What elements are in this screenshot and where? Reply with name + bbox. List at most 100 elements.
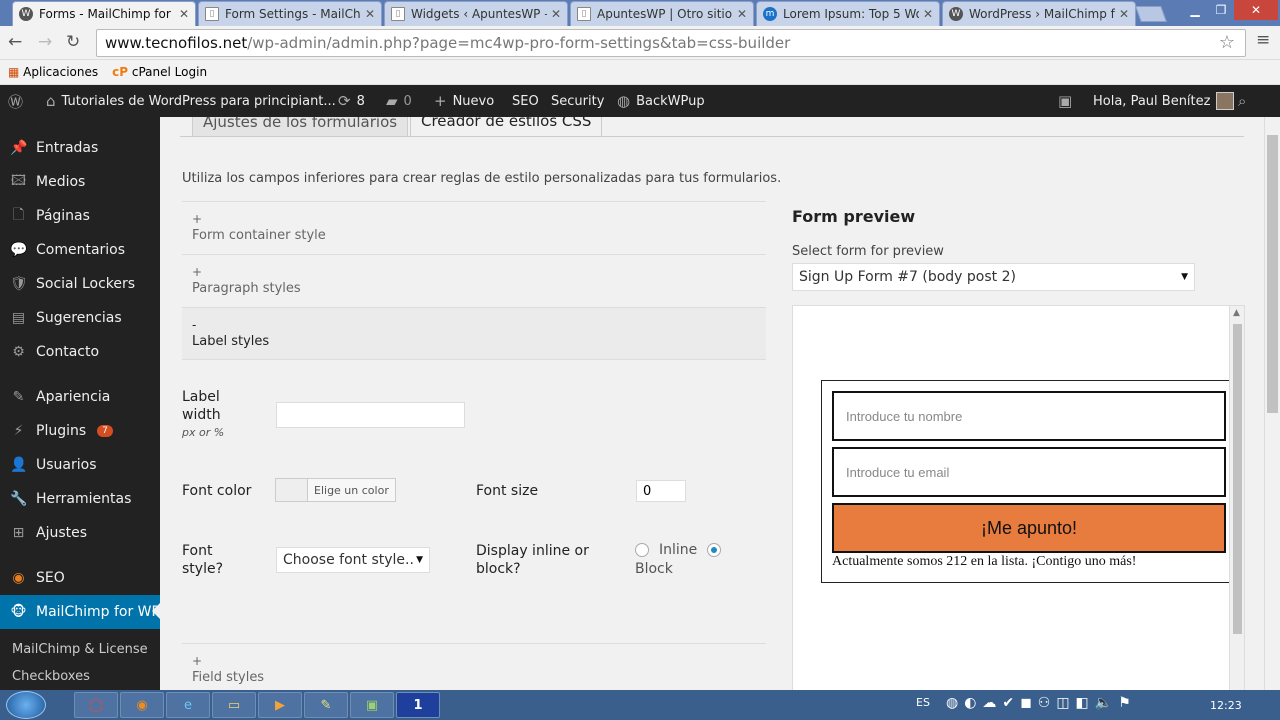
submenu-checkboxes[interactable]: Checkboxes (12, 669, 90, 684)
close-tab-icon[interactable]: ✕ (365, 7, 375, 21)
sidebar-item-contacto[interactable]: ⚙ Contacto (0, 335, 160, 369)
security-link[interactable]: Security (551, 85, 604, 117)
backwpup-link[interactable]: ◍ BackWPup (617, 85, 705, 117)
user-account-link[interactable]: Hola, Paul Benítez (1093, 85, 1235, 117)
wp-admin-bar: Ⓦ ⌂ Tutoriales de WordPress para principi… (0, 85, 1280, 117)
sidebar-item-herramientas[interactable]: 🔧 Herramientas (0, 482, 160, 516)
browser-tab-widgets[interactable]: ▯ Widgets ‹ ApuntesWP — ✕ (384, 1, 568, 26)
scroll-up-icon[interactable]: ▲ (1233, 308, 1240, 318)
current-menu-arrow (152, 603, 160, 619)
preview-email-input[interactable]: Introduce tu email (832, 447, 1226, 497)
url-path: /wp-admin/admin.php?page=mc4wp-pro-form-… (247, 34, 791, 52)
section-paragraph-styles[interactable]: + Paragraph styles (182, 254, 766, 307)
preview-form-select[interactable]: Sign Up Form #7 (body post 2) ▼ (792, 263, 1195, 291)
back-arrow-icon[interactable]: ← (8, 32, 22, 52)
browser-tab-forms[interactable]: W Forms - MailChimp for W ✕ (12, 1, 196, 26)
bookmark-apps[interactable]: ▦ Aplicaciones (8, 65, 98, 79)
tab-divider (180, 136, 1244, 137)
comments-link[interactable]: ▰ 0 (386, 85, 412, 117)
notifications-icon[interactable]: ▣ (1058, 85, 1072, 117)
taskbar-chrome[interactable]: ◯ (74, 692, 118, 718)
close-tab-icon[interactable]: ✕ (737, 7, 747, 21)
scrollbar-thumb[interactable] (1233, 324, 1242, 634)
preview-submit-button[interactable]: ¡Me apunto! (832, 503, 1226, 553)
language-indicator[interactable]: ES (916, 696, 930, 709)
bookmark-cpanel[interactable]: cP cPanel Login (112, 65, 207, 79)
display-inline-radio[interactable] (635, 543, 649, 557)
label-width-label: Label width px or % (182, 388, 224, 442)
new-tab-button[interactable] (1135, 6, 1167, 22)
updates-link[interactable]: ⟳ 8 (338, 85, 365, 117)
taskbar-app[interactable]: ▣ (350, 692, 394, 718)
reload-icon[interactable]: ↻ (66, 32, 80, 52)
site-name-link[interactable]: ⌂ Tutoriales de WordPress para principian… (46, 85, 336, 117)
new-content-link[interactable]: + Nuevo (434, 85, 494, 117)
taskbar-editor[interactable]: ✎ (304, 692, 348, 718)
page-scrollbar[interactable] (1264, 117, 1280, 690)
bookmarks-bar: ▦ Aplicaciones cP cPanel Login (0, 60, 1280, 85)
form-preview-frame: Introduce tu nombre Introduce tu email ¡… (792, 305, 1245, 690)
font-size-label: Font size (476, 483, 539, 499)
taskbar-ie[interactable]: e (166, 692, 210, 718)
close-window-button[interactable]: ✕ (1234, 0, 1278, 20)
sidebar-item-paginas[interactable]: 🗋 Páginas (0, 199, 160, 233)
sidebar-item-medios[interactable]: 🖾 Medios (0, 165, 160, 199)
sidebar-item-plugins[interactable]: ⚡ Plugins 7 (0, 414, 160, 448)
sidebar-item-ajustes[interactable]: ⊞ Ajustes (0, 516, 160, 550)
bookmark-star-icon[interactable]: ☆ (1219, 32, 1235, 53)
sidebar-item-sugerencias[interactable]: ▤ Sugerencias (0, 301, 160, 335)
taskbar-media[interactable]: ▶ (258, 692, 302, 718)
label-width-input[interactable] (276, 402, 465, 428)
section-field-styles[interactable]: + Field styles (182, 643, 766, 690)
url-host: www.tecnofilos.net (105, 34, 248, 52)
menu-icon[interactable]: ≡ (1256, 30, 1270, 50)
taskbar-firefox[interactable]: ◉ (120, 692, 164, 718)
sidebar-item-social-lockers[interactable]: 🛡 Social Lockers (0, 267, 160, 301)
browser-tab-wordpress-plugin[interactable]: W WordPress › MailChimp f ✕ (942, 1, 1136, 26)
close-tab-icon[interactable]: ✕ (551, 7, 561, 21)
sidebar-item-entradas[interactable]: 📌 Entradas (0, 131, 160, 165)
font-size-input[interactable]: 0 (636, 480, 686, 502)
tab-css-builder[interactable]: Creador de estilos CSS (410, 117, 603, 137)
preview-name-input[interactable]: Introduce tu nombre (832, 391, 1226, 441)
comment-icon: 💬 (10, 242, 28, 258)
sidebar-item-apariencia[interactable]: ✎ Apariencia (0, 380, 160, 414)
close-tab-icon[interactable]: ✕ (923, 7, 933, 21)
admin-sidebar: 📌 Entradas 🖾 Medios 🗋 Páginas 💬 Comentarios … (0, 117, 160, 690)
section-form-container-style[interactable]: + Form container style (182, 201, 766, 254)
display-inline-label: Inline (659, 542, 698, 558)
taskbar-explorer[interactable]: ▭ (212, 692, 256, 718)
search-icon[interactable]: ⌕ (1238, 85, 1246, 117)
section-label-styles[interactable]: - Label styles (182, 307, 766, 360)
start-button[interactable] (6, 691, 46, 719)
close-tab-icon[interactable]: ✕ (179, 7, 189, 21)
system-tray-icons[interactable]: ◍◐☁✔◼⚇◫◧🔈⚑ (946, 695, 1137, 711)
sidebar-item-mailchimp[interactable]: 🐵 MailChimp for WP (0, 595, 160, 629)
tab-form-settings[interactable]: Ajustes de los formularios (192, 117, 409, 137)
font-color-picker[interactable]: Elige un color (275, 478, 396, 502)
wp-logo-menu[interactable]: Ⓦ (8, 85, 23, 117)
submenu-mailchimp-license[interactable]: MailChimp & License (12, 642, 148, 657)
scrollbar-thumb[interactable] (1267, 135, 1278, 413)
address-bar[interactable]: www.tecnofilos.net/wp-admin/admin.php?pa… (96, 29, 1246, 57)
seo-link[interactable]: SEO (512, 85, 539, 117)
browser-tab-apunteswp[interactable]: ▯ ApuntesWP | Otro sitio re ✕ (570, 1, 754, 26)
avatar (1216, 92, 1235, 110)
forward-arrow-icon[interactable]: → (38, 32, 52, 52)
sidebar-item-comentarios[interactable]: 💬 Comentarios (0, 233, 160, 267)
display-block-radio[interactable] (707, 543, 721, 557)
browser-tab-lorem-ipsum[interactable]: m Lorem Ipsum: Top 5 Wor ✕ (756, 1, 940, 26)
sidebar-item-usuarios[interactable]: 👤 Usuarios (0, 448, 160, 482)
preview-select-label: Select form for preview (792, 244, 944, 259)
collapse-icon: - (192, 318, 197, 332)
chevron-down-icon: ▼ (416, 555, 423, 565)
clock[interactable]: 12:23 (1210, 699, 1242, 712)
sidebar-item-seo[interactable]: ◉ SEO (0, 561, 160, 595)
minimize-button[interactable]: ▁ (1182, 0, 1208, 20)
restore-button[interactable]: ❐ (1208, 0, 1234, 20)
font-style-select[interactable]: Choose font style.. ▼ (276, 547, 430, 573)
close-tab-icon[interactable]: ✕ (1119, 7, 1129, 21)
taskbar-app-1[interactable]: 1 (396, 692, 440, 718)
browser-tab-form-settings[interactable]: ▯ Form Settings - MailChim ✕ (198, 1, 382, 26)
preview-scrollbar[interactable]: ▲ ▼ (1229, 306, 1244, 690)
